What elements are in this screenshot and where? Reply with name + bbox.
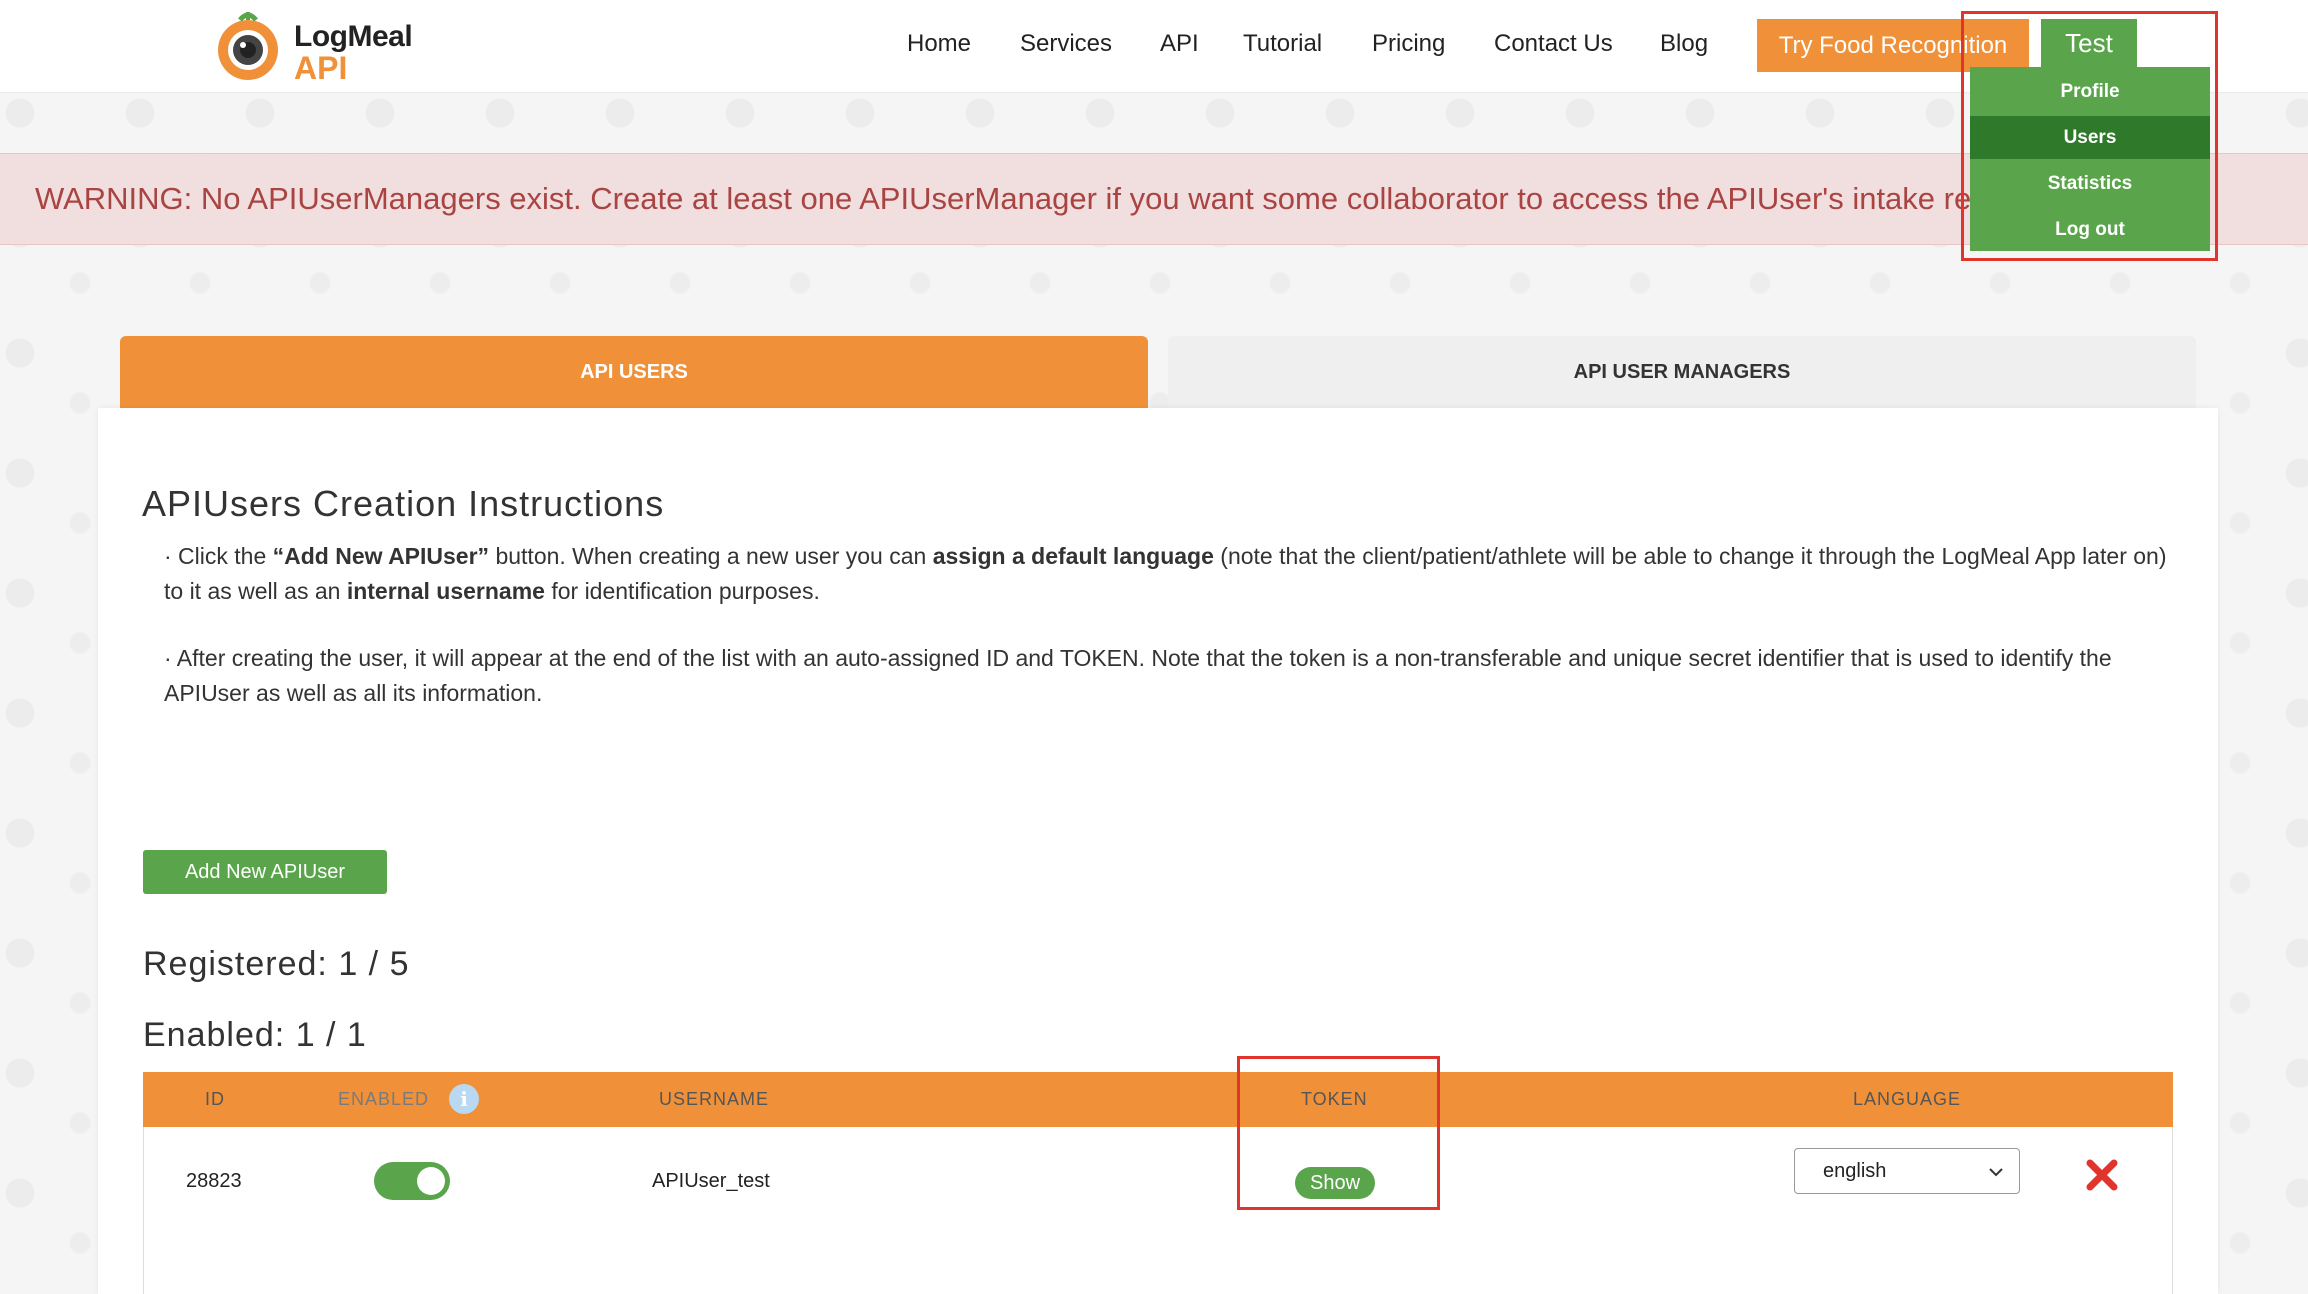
- menu-item-statistics[interactable]: Statistics: [1970, 162, 2210, 205]
- enabled-label: Enabled:: [143, 1016, 286, 1054]
- registered-label: Registered:: [143, 945, 328, 983]
- nav-contact-us[interactable]: Contact Us: [1494, 30, 1613, 58]
- instr-bold-language: assign a default language: [932, 543, 1214, 569]
- nav-home[interactable]: Home: [907, 30, 971, 58]
- cell-username: APIUser_test: [652, 1170, 770, 1192]
- nav-tutorial[interactable]: Tutorial: [1243, 30, 1322, 58]
- column-token: TOKEN: [1301, 1089, 1368, 1109]
- enabled-value: 1 / 1: [295, 1016, 367, 1054]
- registered-count: Registered: 1 / 5: [143, 945, 410, 984]
- try-food-recognition-button[interactable]: Try Food Recognition: [1757, 19, 2029, 72]
- instr-bold-add: “Add New APIUser”: [272, 543, 490, 569]
- enabled-toggle[interactable]: [374, 1162, 450, 1200]
- column-username: USERNAME: [659, 1089, 770, 1109]
- user-dropdown-menu: Profile Users Statistics Log out: [1970, 67, 2210, 251]
- column-enabled: ENABLED: [338, 1089, 430, 1109]
- cell-id: 28823: [186, 1170, 242, 1192]
- instr-text: · Click the: [164, 543, 273, 569]
- top-header: LogMeal API Home Services API Tutorial P…: [0, 0, 2308, 93]
- menu-item-log-out[interactable]: Log out: [1970, 208, 2210, 251]
- users-table-header: ID ENABLED i USERNAME TOKEN LANGUAGE: [143, 1072, 2173, 1127]
- nav-api[interactable]: API: [1160, 30, 1199, 58]
- instructions-paragraph-2: · After creating the user, it will appea…: [164, 645, 2112, 706]
- tab-api-users[interactable]: API USERS: [120, 336, 1148, 408]
- menu-item-users[interactable]: Users: [1970, 116, 2210, 159]
- registered-value: 1 / 5: [338, 945, 410, 983]
- instructions-paragraph-1: · Click the “Add New APIUser” button. Wh…: [164, 539, 2174, 609]
- info-icon[interactable]: i: [449, 1084, 479, 1114]
- instr-text: for identification purposes.: [544, 578, 820, 604]
- instr-text: button. When creating a new user you can: [489, 543, 933, 569]
- api-users-panel: APIUsers Creation Instructions · Click t…: [98, 408, 2218, 1294]
- add-new-apiuser-button[interactable]: Add New APIUser: [143, 850, 387, 894]
- language-selected-value: english: [1823, 1159, 1887, 1182]
- users-table-body: 28823 APIUser_test Show english: [143, 1127, 2173, 1294]
- show-token-button[interactable]: Show: [1295, 1167, 1375, 1199]
- delete-user-icon[interactable]: [2084, 1157, 2120, 1193]
- toggle-knob: [417, 1167, 445, 1195]
- warning-banner: WARNING: No APIUserManagers exist. Creat…: [0, 153, 2308, 245]
- enabled-count: Enabled: 1 / 1: [143, 1016, 367, 1055]
- instr-bold-username: internal username: [346, 578, 545, 604]
- nav-pricing[interactable]: Pricing: [1372, 30, 1445, 58]
- user-menu-button[interactable]: Test: [2041, 19, 2137, 67]
- menu-item-profile[interactable]: Profile: [1970, 70, 2210, 113]
- tab-api-user-managers[interactable]: API USER MANAGERS: [1168, 336, 2196, 408]
- instructions-title: APIUsers Creation Instructions: [142, 483, 665, 524]
- chevron-down-icon: [1989, 1168, 2003, 1177]
- nav-services[interactable]: Services: [1020, 30, 1112, 58]
- nav-blog[interactable]: Blog: [1660, 30, 1708, 58]
- language-select[interactable]: english: [1794, 1148, 2020, 1194]
- column-language: LANGUAGE: [1853, 1089, 1962, 1109]
- column-id: ID: [205, 1089, 225, 1109]
